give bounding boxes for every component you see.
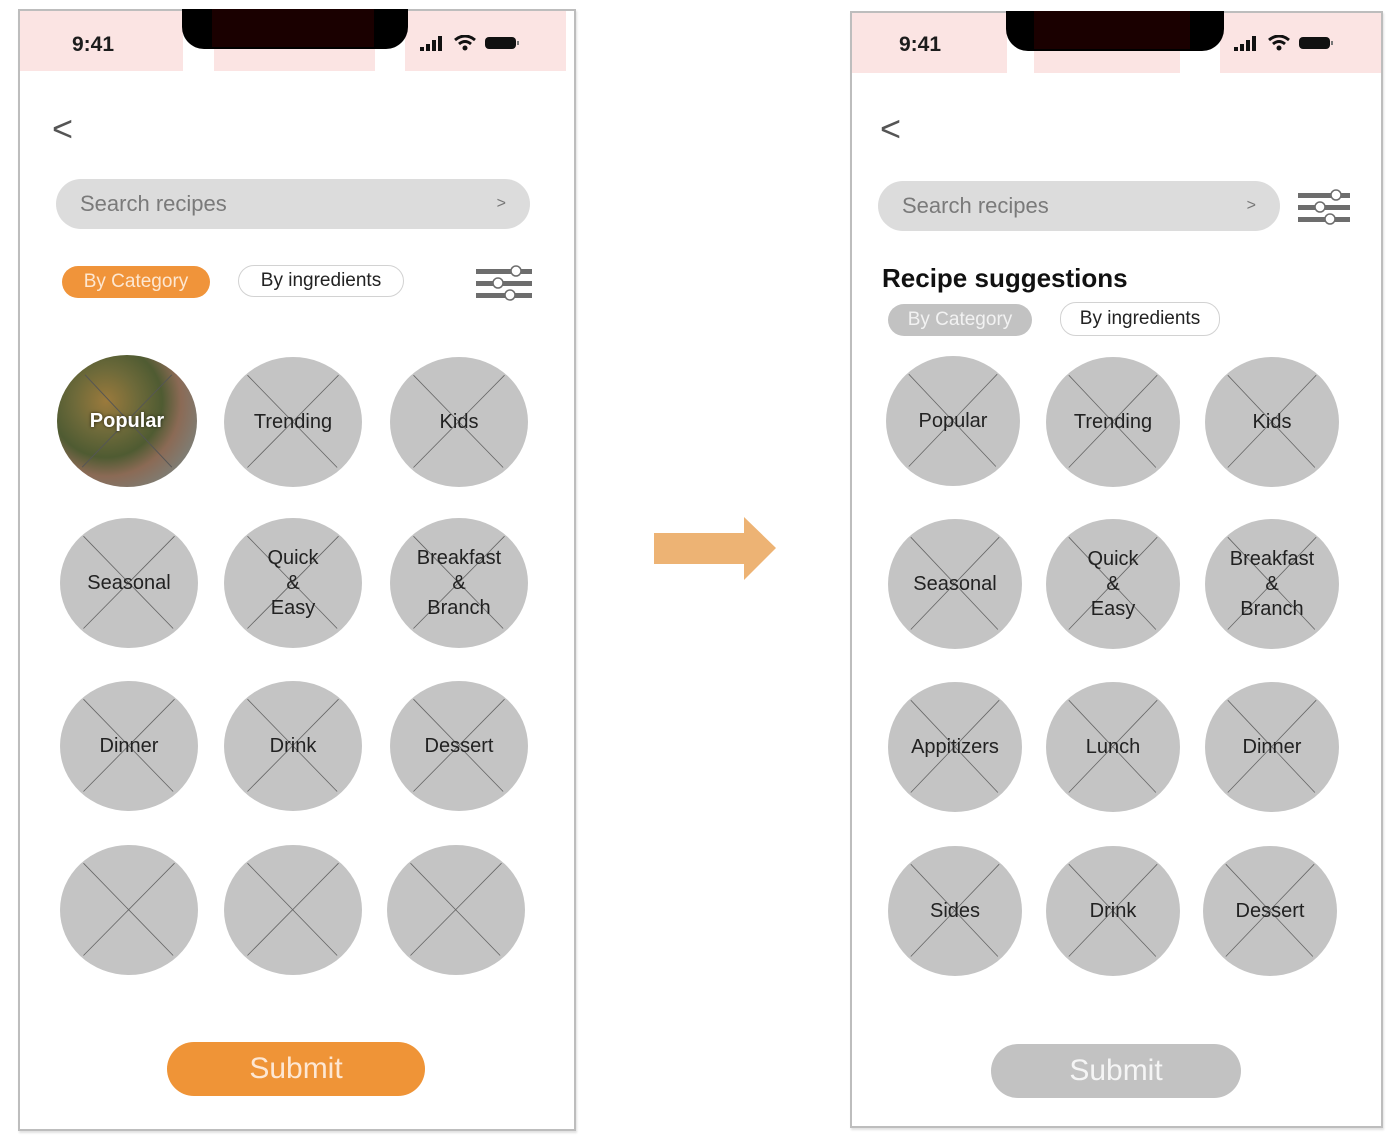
category-label: Dessert	[1235, 899, 1305, 922]
category-popular[interactable]: Popular	[886, 356, 1020, 486]
category-sides[interactable]: Sides	[888, 846, 1022, 976]
right-arrow-icon	[654, 517, 776, 580]
category-appetizers[interactable]: Appitizers	[888, 682, 1022, 812]
category-label: Kids	[1252, 410, 1292, 433]
category-breakfast-brunch[interactable]: Breakfast & Branch	[1205, 519, 1339, 649]
section-title: Recipe suggestions	[882, 263, 1128, 293]
back-button[interactable]: <	[52, 111, 73, 147]
category-quick-easy[interactable]: Quick & Easy	[224, 518, 362, 648]
category-drink[interactable]: Drink	[1046, 846, 1180, 976]
search-placeholder: Search recipes	[80, 191, 227, 216]
chip-by-category[interactable]: By Category	[62, 266, 210, 298]
category-label: Sides	[929, 899, 981, 922]
category-label: Popular	[89, 409, 165, 432]
signal-icon	[420, 36, 442, 51]
category-label: Seasonal	[913, 572, 997, 595]
category-label: Breakfast & Branch	[416, 546, 502, 619]
notch	[1006, 11, 1224, 51]
category-label: Drink	[269, 734, 317, 757]
status-time: 9:41	[72, 33, 115, 56]
category-label: Dinner	[1242, 735, 1302, 758]
submit-button[interactable]: Submit	[991, 1044, 1241, 1098]
category-quick-easy[interactable]: Quick & Easy	[1046, 519, 1180, 649]
category-label: Kids	[439, 410, 479, 433]
category-lunch[interactable]: Lunch	[1046, 682, 1180, 812]
sliders-icon[interactable]	[476, 263, 534, 303]
search-go-button[interactable]: >	[1247, 197, 1256, 215]
category-kids[interactable]: Kids	[390, 357, 528, 487]
category-label: Trending	[253, 410, 333, 433]
category-empty[interactable]	[224, 845, 362, 975]
category-label: Popular	[918, 409, 988, 432]
notch	[182, 9, 408, 49]
phone-screen-before: 9:41 < Search recipes > By Category By i…	[18, 9, 576, 1131]
wifi-icon	[1268, 35, 1290, 51]
category-label: Dessert	[424, 734, 494, 757]
image-placeholder-x	[247, 862, 339, 956]
signal-icon	[1234, 36, 1256, 51]
category-seasonal[interactable]: Seasonal	[60, 518, 198, 648]
category-label: Appitizers	[911, 735, 999, 758]
chip-by-ingredients[interactable]: By ingredients	[238, 265, 404, 297]
search-input[interactable]: Search recipes >	[878, 181, 1280, 231]
search-go-button[interactable]: >	[497, 195, 506, 213]
battery-icon	[1299, 37, 1333, 49]
category-label: Quick & Easy	[1087, 547, 1139, 620]
phone-screen-after: 9:41 < Search recipes > Recipe suggestio…	[850, 11, 1383, 1128]
category-label: Quick & Easy	[267, 546, 319, 619]
wifi-icon	[454, 35, 476, 51]
image-placeholder-x	[410, 862, 502, 956]
category-popular[interactable]: Popular	[57, 355, 197, 487]
category-breakfast-brunch[interactable]: Breakfast & Branch	[390, 518, 528, 648]
category-seasonal[interactable]: Seasonal	[888, 519, 1022, 649]
search-placeholder: Search recipes	[902, 193, 1049, 218]
category-label: Lunch	[1085, 735, 1141, 758]
battery-icon	[485, 37, 519, 49]
category-label: Breakfast & Branch	[1229, 547, 1315, 620]
category-label: Dinner	[99, 734, 159, 757]
category-empty[interactable]	[60, 845, 198, 975]
sliders-icon[interactable]	[1298, 187, 1352, 227]
category-trending[interactable]: Trending	[224, 357, 362, 487]
status-icons	[420, 35, 520, 51]
category-kids[interactable]: Kids	[1205, 357, 1339, 487]
status-time: 9:41	[899, 33, 942, 56]
submit-button[interactable]: Submit	[167, 1042, 425, 1096]
image-placeholder-x	[83, 862, 175, 956]
chip-by-category[interactable]: By Category	[888, 304, 1032, 336]
category-drink[interactable]: Drink	[224, 681, 362, 811]
category-dessert[interactable]: Dessert	[390, 681, 528, 811]
category-dinner[interactable]: Dinner	[1205, 682, 1339, 812]
category-empty[interactable]	[387, 845, 525, 975]
category-label: Drink	[1089, 899, 1137, 922]
category-trending[interactable]: Trending	[1046, 357, 1180, 487]
back-button[interactable]: <	[880, 111, 901, 147]
status-icons	[1234, 35, 1334, 51]
category-dinner[interactable]: Dinner	[60, 681, 198, 811]
chip-by-ingredients[interactable]: By ingredients	[1060, 302, 1220, 336]
search-input[interactable]: Search recipes >	[56, 179, 530, 229]
category-label: Seasonal	[87, 571, 171, 594]
category-dessert[interactable]: Dessert	[1203, 846, 1337, 976]
category-label: Trending	[1073, 410, 1153, 433]
